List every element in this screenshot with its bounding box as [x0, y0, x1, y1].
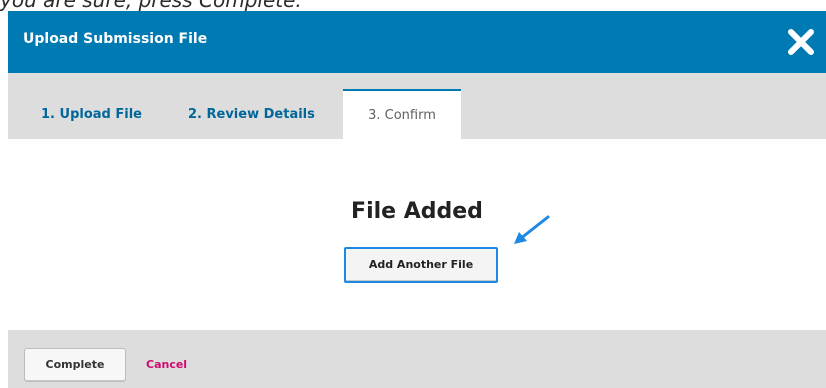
close-button[interactable]: [786, 27, 816, 57]
modal-title: Upload Submission File: [23, 31, 208, 47]
modal-header: Upload Submission File: [8, 11, 826, 73]
tab-upload-file[interactable]: 1. Upload File: [25, 90, 158, 139]
upload-submission-screen: you are sure, press Complete. Upload Sub…: [0, 0, 826, 388]
tab-review-details[interactable]: 2. Review Details: [172, 90, 331, 139]
confirm-panel: File Added Add Another File: [8, 139, 826, 330]
cancel-link[interactable]: Cancel: [146, 348, 187, 382]
modal-footer: Complete Cancel: [8, 330, 826, 388]
file-added-heading: File Added: [351, 199, 483, 224]
add-another-file-button[interactable]: Add Another File: [344, 247, 498, 283]
tab-confirm[interactable]: 3. Confirm: [343, 89, 461, 139]
tab-bar: 1. Upload File 2. Review Details 3. Conf…: [8, 73, 826, 139]
complete-button[interactable]: Complete: [24, 348, 126, 382]
close-icon: [788, 29, 814, 55]
arrow-annotation-icon: [514, 215, 550, 244]
instruction-caption: you are sure, press Complete.: [0, 0, 826, 11]
